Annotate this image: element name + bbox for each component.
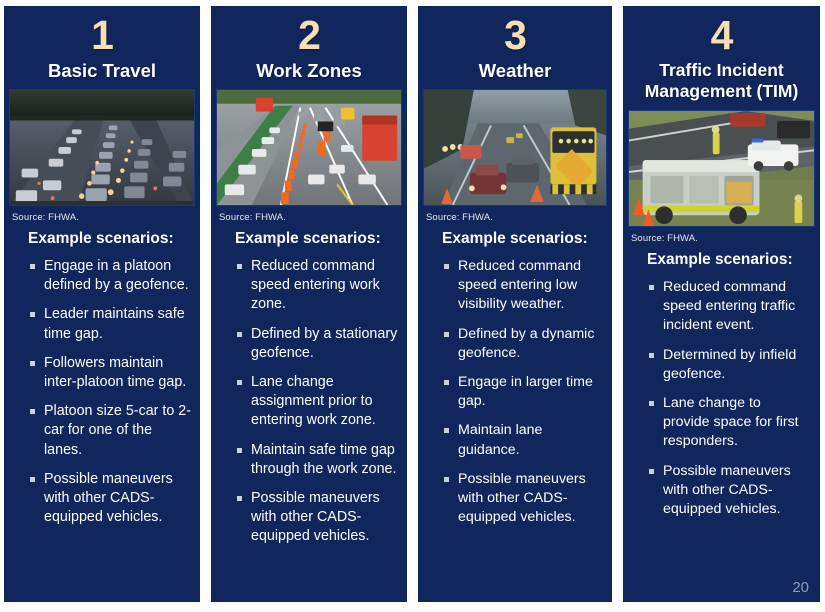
scenario-bullet-list: Reduced command speed entering low visib… xyxy=(425,257,605,527)
page-number: 20 xyxy=(792,579,809,596)
source-label: Source: FHWA. xyxy=(219,212,286,223)
column-photo-wrap xyxy=(418,89,612,206)
list-item: Maintain lane guidance. xyxy=(443,421,603,459)
highway-work-zone-photo xyxy=(216,89,402,206)
list-item: Reduced command speed entering work zone… xyxy=(236,257,398,315)
scenarios-heading: Example scenarios: xyxy=(442,230,588,247)
list-item: Possible maneuvers with other CADS-equip… xyxy=(648,462,811,520)
column-photo-wrap xyxy=(623,110,820,227)
scenario-columns: 1 Basic Travel Source: FHWA. Example sce… xyxy=(0,6,825,606)
work-zone-illustration xyxy=(217,90,401,205)
incident-response-fire-truck-photo xyxy=(628,110,815,227)
list-item: Defined by a stationary geofence. xyxy=(236,325,398,363)
scenarios-heading: Example scenarios: xyxy=(647,251,793,268)
list-item: Reduced command speed entering low visib… xyxy=(443,257,603,315)
list-item: Lane change to provide space for first r… xyxy=(648,394,811,452)
column-header: 3 Weather xyxy=(418,6,612,89)
column-header: 4 Traffic Incident Management (TIM) xyxy=(623,6,820,110)
column-title: Weather xyxy=(478,60,552,81)
column-header: 1 Basic Travel xyxy=(4,6,200,89)
source-label: Source: FHWA. xyxy=(426,212,493,223)
list-item: Defined by a dynamic geofence. xyxy=(443,325,603,363)
list-item: Platoon size 5-car to 2-car for one of t… xyxy=(29,402,191,460)
scenarios-heading: Example scenarios: xyxy=(235,230,381,247)
freeway-congestion-photo xyxy=(9,89,195,206)
scenario-bullet-list: Engage in a platoon defined by a geofenc… xyxy=(11,257,193,527)
column-body: Example scenarios: Reduced command speed… xyxy=(211,227,407,602)
freeway-congestion-illustration xyxy=(10,90,194,205)
column-number: 2 xyxy=(298,12,321,58)
column-body: Example scenarios: Reduced command speed… xyxy=(623,248,820,602)
list-item: Possible maneuvers with other CADS-equip… xyxy=(236,489,398,547)
scenario-column-basic-travel[interactable]: 1 Basic Travel Source: FHWA. Example sce… xyxy=(4,6,200,602)
column-divider xyxy=(200,6,211,602)
tim-illustration xyxy=(629,111,814,226)
column-title: Basic Travel xyxy=(48,60,156,81)
list-item: Reduced command speed entering traffic i… xyxy=(648,278,811,336)
rainy-low-visibility-road-photo xyxy=(423,89,607,206)
scenario-column-weather[interactable]: 3 Weather Source: FHWA. Example scenario… xyxy=(418,6,612,602)
list-item: Possible maneuvers with other CADS-equip… xyxy=(443,470,603,528)
column-photo-wrap xyxy=(211,89,407,206)
column-number: 3 xyxy=(504,12,527,58)
column-body: Example scenarios: Engage in a platoon d… xyxy=(4,227,200,602)
scenario-bullet-list: Reduced command speed entering traffic i… xyxy=(630,278,813,519)
column-number: 1 xyxy=(91,12,114,58)
column-header: 2 Work Zones xyxy=(211,6,407,89)
scenarios-heading: Example scenarios: xyxy=(28,230,174,247)
column-divider xyxy=(612,6,623,602)
source-label: Source: FHWA. xyxy=(12,212,79,223)
list-item: Lane change assignment prior to entering… xyxy=(236,373,398,431)
column-photo-wrap xyxy=(4,89,200,206)
weather-illustration xyxy=(424,90,606,205)
source-label: Source: FHWA. xyxy=(631,233,698,244)
list-item: Engage in a platoon defined by a geofenc… xyxy=(29,257,191,295)
column-title: Work Zones xyxy=(256,60,362,81)
column-number: 4 xyxy=(710,12,734,58)
list-item: Followers maintain inter-platoon time ga… xyxy=(29,354,191,392)
scenario-column-work-zones[interactable]: 2 Work Zones Source: FHWA. Example scena… xyxy=(211,6,407,602)
list-item: Possible maneuvers with other CADS-equip… xyxy=(29,470,191,528)
list-item: Engage in larger time gap. xyxy=(443,373,603,411)
column-body: Example scenarios: Reduced command speed… xyxy=(418,227,612,602)
list-item: Determined by infield geofence. xyxy=(648,346,811,384)
scenario-column-traffic-incident-management[interactable]: 4 Traffic Incident Management (TIM) Sour… xyxy=(623,6,820,602)
column-divider xyxy=(407,6,418,602)
scenario-bullet-list: Reduced command speed entering work zone… xyxy=(218,257,400,547)
column-title: Traffic Incident Management (TIM) xyxy=(644,60,799,101)
list-item: Leader maintains safe time gap. xyxy=(29,305,191,343)
slide-canvas: 1 Basic Travel Source: FHWA. Example sce… xyxy=(0,0,825,612)
list-item: Maintain safe time gap through the work … xyxy=(236,441,398,479)
